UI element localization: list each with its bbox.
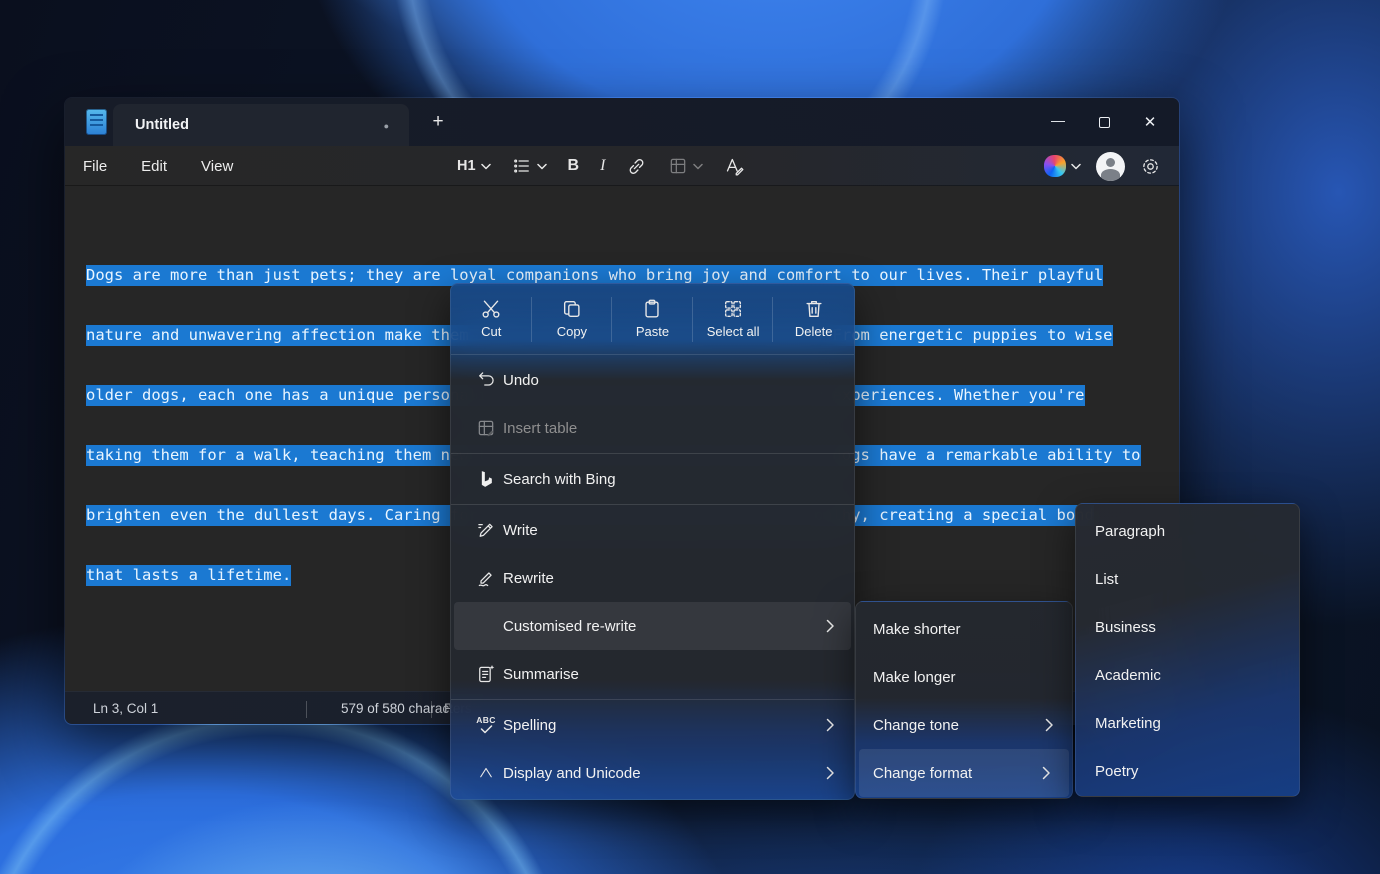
titlebar[interactable]: Untitled ● + — ✕ <box>65 98 1179 146</box>
scissors-icon <box>480 298 502 320</box>
delete-button[interactable]: Delete <box>773 284 854 353</box>
insert-table-icon <box>476 418 496 438</box>
maximize-icon <box>1099 117 1110 128</box>
menubar: File Edit View <box>83 146 233 186</box>
window-controls: — ✕ <box>1035 98 1173 146</box>
chevron-right-icon <box>826 619 835 633</box>
link-icon <box>626 156 647 177</box>
menu-item-undo[interactable]: Undo <box>451 356 854 404</box>
caret-icon <box>477 764 495 782</box>
menu-item-rewrite[interactable]: Rewrite <box>451 554 854 602</box>
italic-button[interactable]: I <box>600 157 605 175</box>
status-divider <box>306 701 307 718</box>
list-icon <box>512 156 532 176</box>
undo-icon <box>476 370 496 390</box>
menu-item-spelling[interactable]: ABC Spelling <box>451 701 854 749</box>
link-button[interactable] <box>626 156 647 177</box>
chevron-right-icon <box>1045 718 1054 732</box>
minimize-button[interactable]: — <box>1035 98 1081 146</box>
submenu-item-paragraph[interactable]: Paragraph <box>1076 507 1299 555</box>
submenu-item-make-longer[interactable]: Make longer <box>856 653 1072 701</box>
heading-dropdown[interactable]: H1 <box>457 158 491 174</box>
bold-button[interactable]: B <box>568 157 580 175</box>
context-menu: Cut Copy Paste Select all Delete Undo <box>450 283 855 800</box>
desktop: Untitled ● + — ✕ File Edit View H1 <box>0 0 1380 874</box>
menu-item-search-with-bing[interactable]: Search with Bing <box>451 455 854 503</box>
bing-icon <box>476 469 496 489</box>
menu-item-display-and-unicode[interactable]: Display and Unicode <box>451 749 854 797</box>
letter-style-icon <box>724 156 745 177</box>
toolbar-right <box>1044 146 1161 186</box>
toolbar: File Edit View H1 B I <box>65 146 1179 186</box>
new-tab-button[interactable]: + <box>425 110 451 136</box>
trash-icon <box>803 298 825 320</box>
menu-edit[interactable]: Edit <box>141 158 167 175</box>
paste-icon <box>641 298 663 320</box>
submenu-item-list[interactable]: List <box>1076 555 1299 603</box>
text-line: Dogs are more than just pets; they are l… <box>86 265 1141 285</box>
menu-view[interactable]: View <box>201 158 233 175</box>
menu-separator <box>451 504 854 505</box>
chevron-down-icon <box>537 163 547 170</box>
menu-separator <box>451 453 854 454</box>
submenu-item-make-shorter[interactable]: Make shorter <box>856 605 1072 653</box>
cut-button[interactable]: Cut <box>451 284 532 353</box>
submenu-item-change-tone[interactable]: Change tone <box>856 701 1072 749</box>
submenu-item-change-format[interactable]: Change format <box>859 749 1069 797</box>
close-button[interactable]: ✕ <box>1127 98 1173 146</box>
status-divider <box>431 701 432 718</box>
copilot-dropdown[interactable] <box>1044 155 1081 177</box>
chevron-right-icon <box>1042 766 1051 780</box>
submenu-item-business[interactable]: Business <box>1076 603 1299 651</box>
notepad-app-icon <box>86 109 107 135</box>
chevron-down-icon <box>481 163 491 170</box>
letter-styling-button[interactable] <box>724 156 745 177</box>
chevron-down-icon <box>1071 163 1081 170</box>
format-submenu: Paragraph List Business Academic Marketi… <box>1075 503 1300 797</box>
menu-item-insert-table[interactable]: Insert table <box>451 404 854 452</box>
menu-separator <box>451 699 854 700</box>
maximize-button[interactable] <box>1081 98 1127 146</box>
select-all-button[interactable]: Select all <box>693 284 774 353</box>
submenu-item-academic[interactable]: Academic <box>1076 651 1299 699</box>
unsaved-indicator-dot: ● <box>384 121 389 131</box>
tab-untitled[interactable]: Untitled ● <box>113 104 409 146</box>
status-line-col: Ln 3, Col 1 <box>93 701 158 716</box>
chevron-down-icon <box>693 163 703 170</box>
chevron-right-icon <box>826 766 835 780</box>
format-toolbar: H1 B I <box>457 146 745 186</box>
select-all-icon <box>722 298 744 320</box>
menu-separator <box>451 354 854 355</box>
account-avatar[interactable] <box>1096 152 1125 181</box>
tab-title: Untitled <box>135 117 189 133</box>
quick-actions-row: Cut Copy Paste Select all Delete <box>451 284 854 353</box>
table-icon <box>668 156 688 176</box>
menu-item-customised-rewrite[interactable]: Customised re-write <box>454 602 851 650</box>
pencil-icon <box>476 520 496 540</box>
copilot-icon <box>1044 155 1066 177</box>
submenu-item-poetry[interactable]: Poetry <box>1076 747 1299 795</box>
copy-icon <box>561 298 583 320</box>
copy-button[interactable]: Copy <box>532 284 613 353</box>
spelling-icon: ABC <box>476 716 496 734</box>
menu-item-summarise[interactable]: Summarise <box>451 650 854 698</box>
chevron-right-icon <box>826 718 835 732</box>
list-dropdown[interactable] <box>512 156 547 176</box>
summarise-icon <box>476 664 496 684</box>
menu-item-write[interactable]: Write <box>451 506 854 554</box>
table-dropdown[interactable] <box>668 156 703 176</box>
paste-button[interactable]: Paste <box>612 284 693 353</box>
menu-file[interactable]: File <box>83 158 107 175</box>
pen-icon <box>476 568 496 588</box>
settings-gear-icon[interactable] <box>1140 156 1161 177</box>
rewrite-submenu: Make shorter Make longer Change tone Cha… <box>855 601 1073 799</box>
submenu-item-marketing[interactable]: Marketing <box>1076 699 1299 747</box>
